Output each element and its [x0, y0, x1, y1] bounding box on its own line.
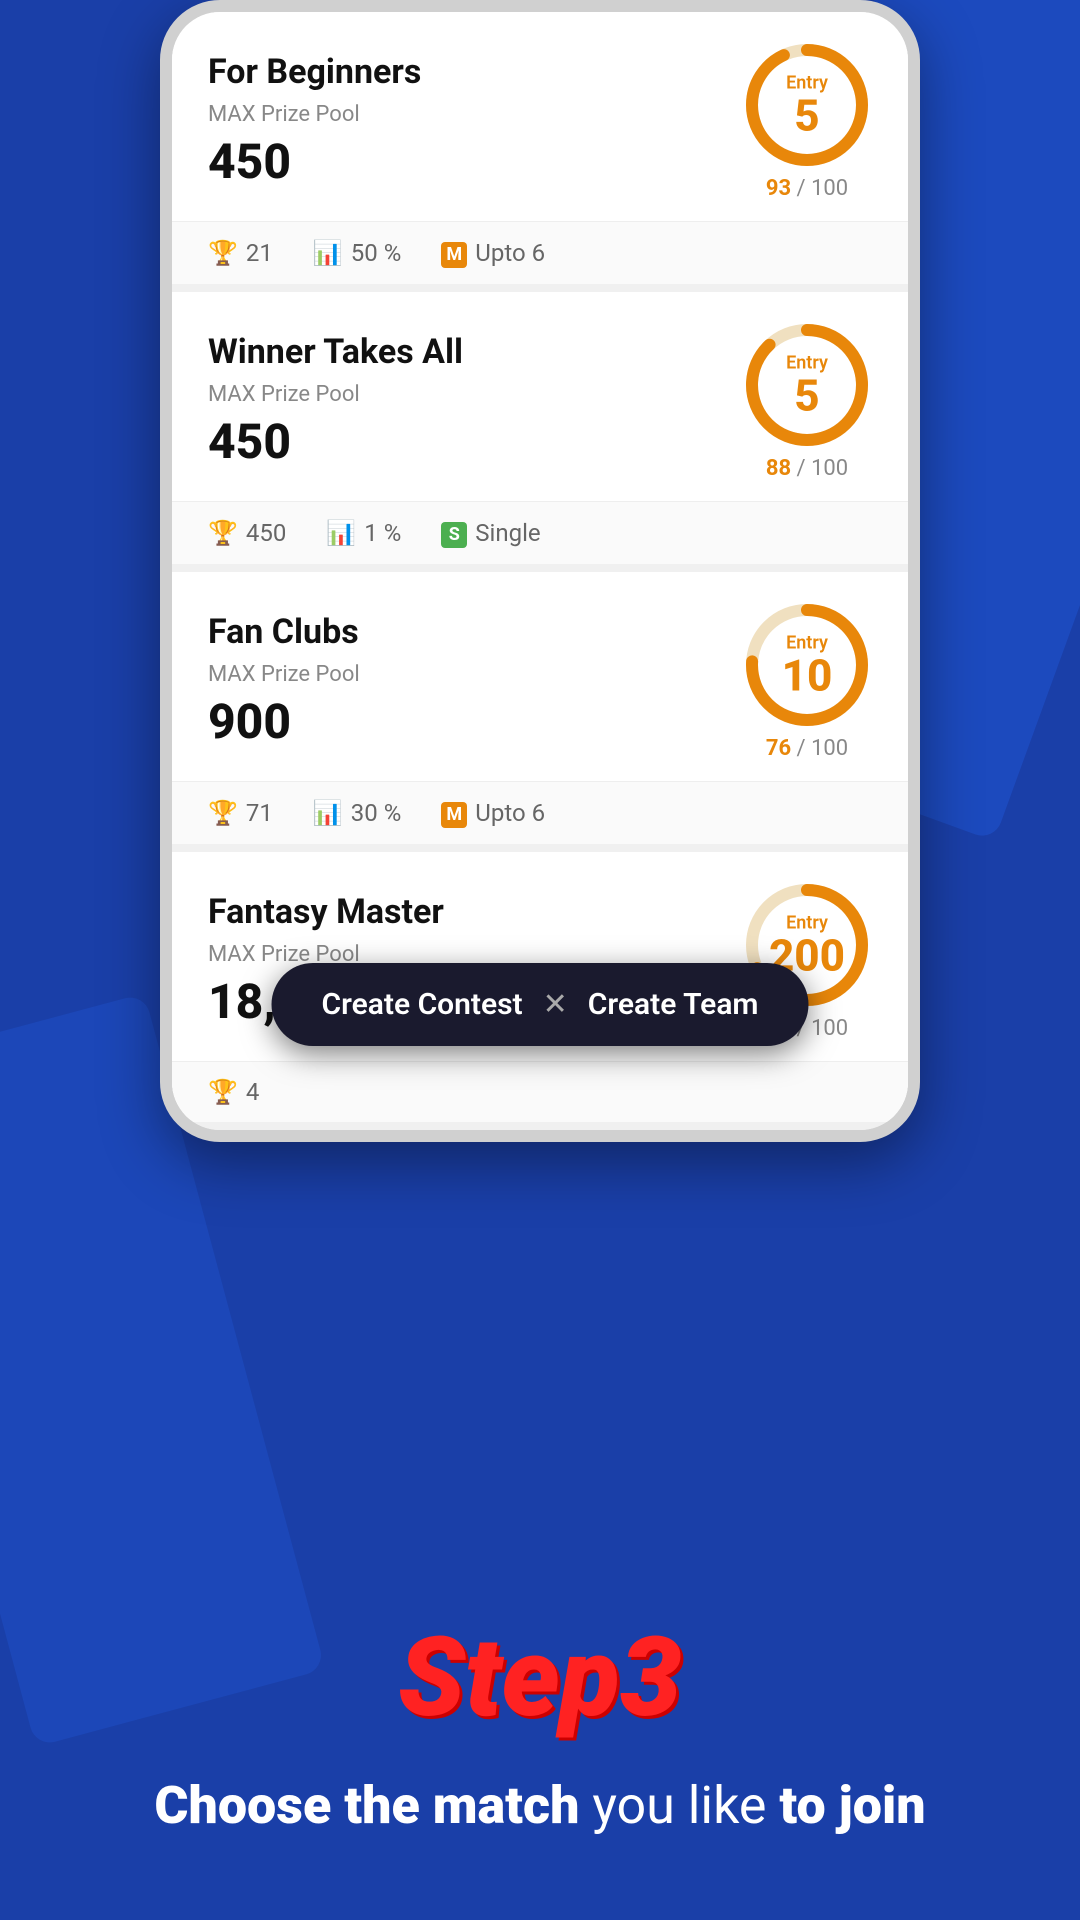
- card-prize-winner-takes-all: 450: [208, 413, 722, 470]
- stat-value: Upto 6: [475, 799, 545, 827]
- entry-inner-beginners: Entry 5: [786, 73, 828, 138]
- subtitle-normal: you like: [579, 1775, 779, 1836]
- card-main-beginners: For Beginners MAX Prize Pool 450: [172, 12, 908, 221]
- card-footer-winner-takes-all: 🏆 450 📊 1 % S Single: [172, 501, 908, 564]
- subtitle-bold2: to join: [779, 1775, 925, 1836]
- stat-item: 📊 50 %: [313, 239, 401, 267]
- stat-icon: 📊: [326, 519, 356, 547]
- card-footer-fan-clubs: 🏆 71 📊 30 % M Upto 6: [172, 781, 908, 844]
- stat-icon: 🏆: [208, 799, 238, 827]
- contest-card-winner-takes-all[interactable]: Winner Takes All MAX Prize Pool 450: [172, 292, 908, 564]
- stat-icon: M: [441, 798, 467, 828]
- stat-item: 🏆 21: [208, 239, 273, 267]
- stat-icon: 📊: [313, 799, 343, 827]
- stat-icon: 🏆: [208, 519, 238, 547]
- card-info-fan-clubs: Fan Clubs MAX Prize Pool 900: [208, 612, 722, 750]
- entry-slots-fan-clubs: 76 / 100: [766, 736, 848, 761]
- stat-value: 1 %: [364, 519, 401, 547]
- card-title-fantasy-master: Fantasy Master: [208, 892, 722, 932]
- stat-icon: 📊: [313, 239, 343, 267]
- card-prize-label-fan-clubs: MAX Prize Pool: [208, 662, 722, 687]
- bottom-toolbar[interactable]: Create Contest ✕ Create Team: [272, 963, 809, 1046]
- entry-inner-winner-takes-all: Entry 5: [786, 353, 828, 418]
- entry-circle-wrapper-winner-takes-all: Entry 5 88 / 100: [742, 320, 872, 481]
- stat-item: 🏆 71: [208, 799, 273, 827]
- step-title: Step3: [398, 1613, 682, 1742]
- stat-item: M Upto 6: [441, 798, 545, 828]
- stat-item: M Upto 6: [441, 238, 545, 268]
- stat-value: Upto 6: [475, 239, 545, 267]
- card-title-beginners: For Beginners: [208, 52, 722, 92]
- phone-mockup: For Beginners MAX Prize Pool 450: [160, 0, 920, 1142]
- entry-circle-fan-clubs: Entry 10: [742, 600, 872, 730]
- card-prize-label-beginners: MAX Prize Pool: [208, 102, 722, 127]
- entry-slots-winner-takes-all: 88 / 100: [766, 456, 848, 481]
- stat-value: Single: [475, 519, 540, 547]
- stat-value: 50 %: [351, 239, 402, 267]
- card-footer-fantasy-master: 🏆 4: [172, 1061, 908, 1122]
- card-info-beginners: For Beginners MAX Prize Pool 450: [208, 52, 722, 190]
- entry-number-beginners: 5: [794, 90, 819, 142]
- card-info-winner-takes-all: Winner Takes All MAX Prize Pool 450: [208, 332, 722, 470]
- card-prize-beginners: 450: [208, 133, 722, 190]
- contest-card-fan-clubs[interactable]: Fan Clubs MAX Prize Pool 900: [172, 572, 908, 844]
- stat-value: 21: [246, 239, 273, 267]
- card-title-fan-clubs: Fan Clubs: [208, 612, 722, 652]
- bottom-section: Step3 Choose the match you like to join: [0, 1100, 1080, 1920]
- card-footer-beginners: 🏆 21 📊 50 % M Upto 6: [172, 221, 908, 284]
- card-prize-fan-clubs: 900: [208, 693, 722, 750]
- entry-circle-beginners: Entry 5: [742, 40, 872, 170]
- stat-value: 450: [246, 519, 286, 547]
- stat-item: 📊 1 %: [326, 519, 401, 547]
- stat-item: S Single: [441, 518, 540, 548]
- create-team-button[interactable]: Create Team: [588, 987, 759, 1022]
- create-contest-button[interactable]: Create Contest: [322, 987, 523, 1022]
- stat-value: 30 %: [351, 799, 402, 827]
- stat-value: 71: [246, 799, 273, 827]
- subtitle-bold1: Choose the match: [154, 1775, 579, 1836]
- card-prize-label-winner-takes-all: MAX Prize Pool: [208, 382, 722, 407]
- entry-circle-wrapper-fan-clubs: Entry 10 76 / 100: [742, 600, 872, 761]
- stat-value: 4: [246, 1078, 260, 1106]
- stat-icon: 🏆: [208, 239, 238, 267]
- card-main-winner-takes-all: Winner Takes All MAX Prize Pool 450: [172, 292, 908, 501]
- stat-icon: 🏆: [208, 1078, 238, 1106]
- toolbar-divider: ✕: [543, 987, 568, 1022]
- cards-container: For Beginners MAX Prize Pool 450: [172, 12, 908, 1122]
- entry-circle-wrapper-beginners: Entry 5 93 / 100: [742, 40, 872, 201]
- card-title-winner-takes-all: Winner Takes All: [208, 332, 722, 372]
- entry-slots-beginners: 93 / 100: [766, 176, 848, 201]
- entry-inner-fan-clubs: Entry 10: [782, 633, 833, 698]
- step-subtitle: Choose the match you like to join: [94, 1772, 985, 1840]
- stat-item: 📊 30 %: [313, 799, 401, 827]
- entry-number-winner-takes-all: 5: [794, 370, 819, 422]
- card-main-fan-clubs: Fan Clubs MAX Prize Pool 900: [172, 572, 908, 781]
- contest-card-beginners[interactable]: For Beginners MAX Prize Pool 450: [172, 12, 908, 284]
- stat-item: 🏆 4: [208, 1078, 259, 1106]
- stat-item: 🏆 450: [208, 519, 286, 547]
- entry-circle-winner-takes-all: Entry 5: [742, 320, 872, 450]
- stat-icon: S: [441, 518, 467, 548]
- entry-number-fan-clubs: 10: [782, 650, 833, 702]
- stat-icon: M: [441, 238, 467, 268]
